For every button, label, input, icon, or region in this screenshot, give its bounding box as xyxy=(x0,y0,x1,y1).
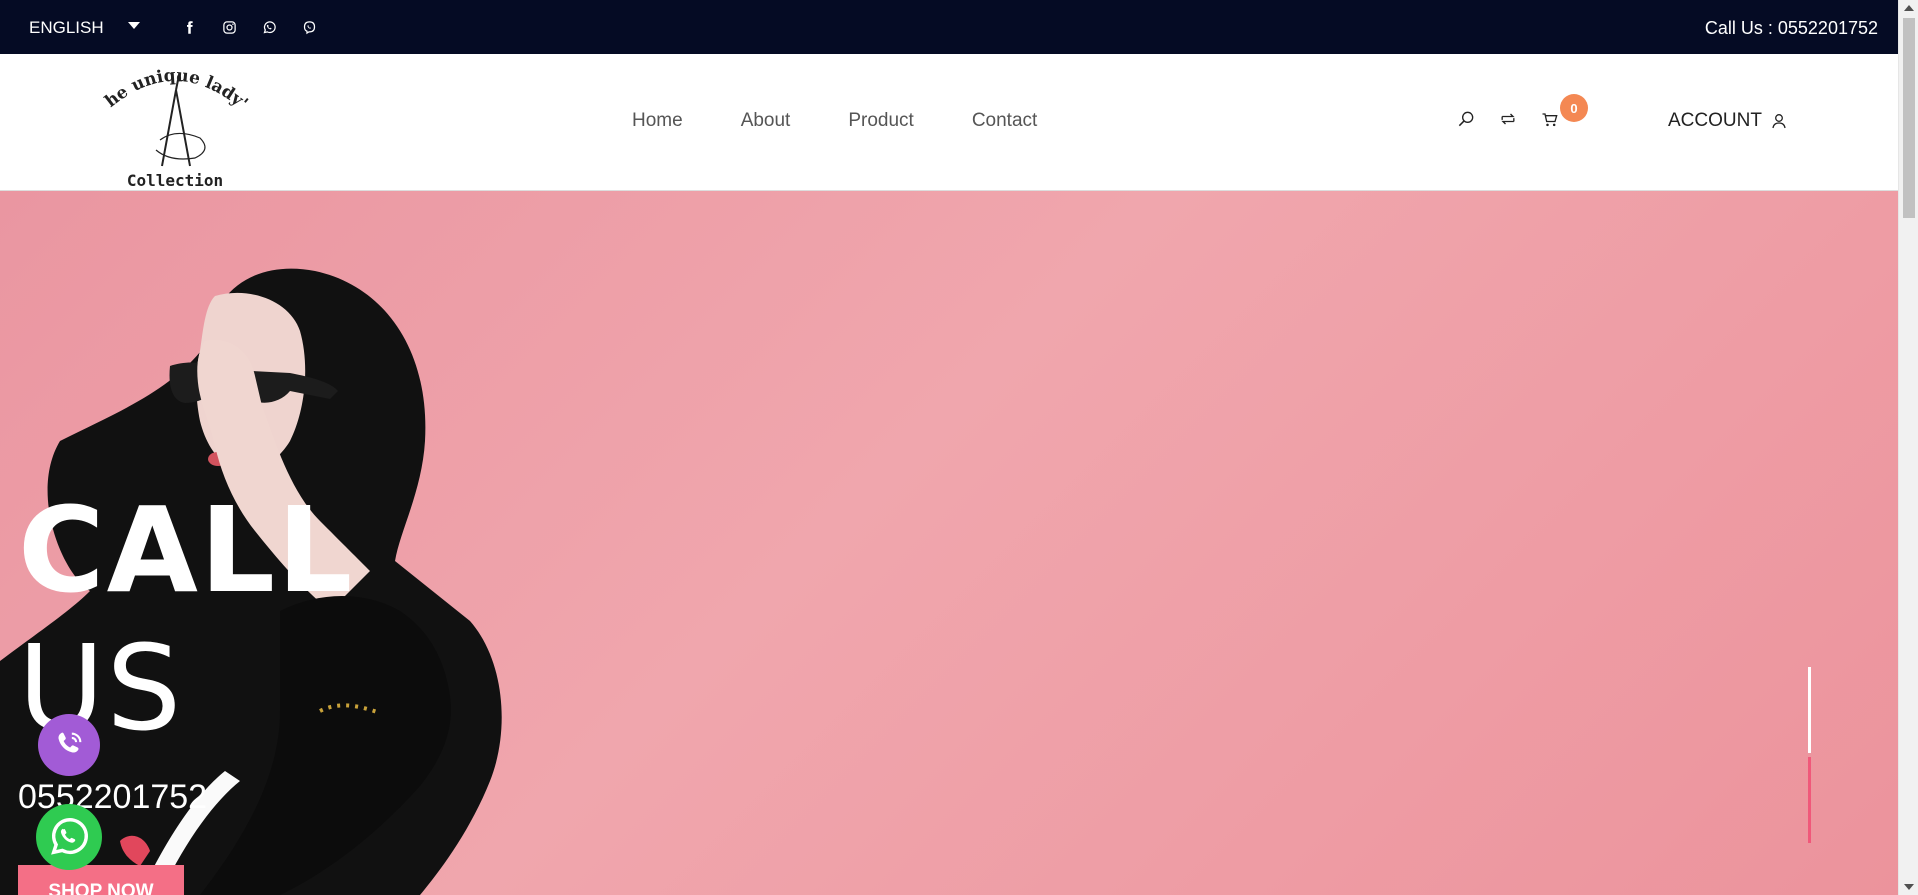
whatsapp-chat-button[interactable] xyxy=(36,804,102,870)
language-selector[interactable]: ENGLISH xyxy=(29,18,140,38)
slide-indicator-next[interactable] xyxy=(1808,757,1811,843)
nav-product[interactable]: Product xyxy=(848,110,913,132)
top-bar: ENGLISH Call Us : 0552201752 xyxy=(0,0,1898,54)
main-header: The unique lady's Collection Home About … xyxy=(0,43,1898,191)
shop-now-button[interactable]: SHOP NOW xyxy=(18,865,184,895)
compare-icon[interactable] xyxy=(1497,108,1519,130)
whatsapp-icon xyxy=(51,818,88,855)
facebook-icon[interactable] xyxy=(180,17,198,37)
hero-title-line1: CALL xyxy=(18,481,355,619)
account-label: ACCOUNT xyxy=(1668,110,1762,131)
search-icon[interactable] xyxy=(1455,108,1477,130)
svg-text:The unique lady's: The unique lady's xyxy=(100,58,250,114)
nav-contact[interactable]: Contact xyxy=(972,110,1037,132)
social-links xyxy=(180,17,318,37)
scrollbar-thumb[interactable] xyxy=(1903,18,1915,218)
whatsapp-icon[interactable] xyxy=(260,17,278,37)
cart-icon[interactable] xyxy=(1539,108,1561,130)
slider-indicator[interactable] xyxy=(1808,667,1811,843)
main-nav: Home About Product Contact xyxy=(632,110,1037,132)
logo-text-bottom: Collection xyxy=(127,171,223,188)
hero-banner: CALL US 0552201752 SHOP NOW xyxy=(0,191,1898,895)
language-label: ENGLISH xyxy=(29,18,104,37)
chevron-down-icon xyxy=(127,21,140,29)
viber-call-button[interactable] xyxy=(38,714,100,776)
nav-about[interactable]: About xyxy=(741,110,791,132)
page: ENGLISH Call Us : 0552201752 The unique … xyxy=(0,0,1918,895)
slide-indicator-active[interactable] xyxy=(1808,667,1811,753)
brand-logo[interactable]: The unique lady's Collection xyxy=(94,43,252,190)
phone-icon xyxy=(58,732,82,753)
account-link[interactable]: ACCOUNT xyxy=(1668,110,1786,132)
viber-icon[interactable] xyxy=(300,17,318,37)
header-icons xyxy=(1455,108,1561,130)
nav-home[interactable]: Home xyxy=(632,110,683,132)
call-us-text: Call Us : 0552201752 xyxy=(1704,18,1878,38)
page-scrollbar[interactable] xyxy=(1898,0,1918,895)
user-icon xyxy=(1772,114,1786,129)
scroll-down-arrow-icon[interactable] xyxy=(1904,884,1914,890)
cart-count-badge: 0 xyxy=(1560,94,1588,122)
scroll-up-arrow-icon[interactable] xyxy=(1904,5,1914,11)
instagram-icon[interactable] xyxy=(220,17,238,37)
